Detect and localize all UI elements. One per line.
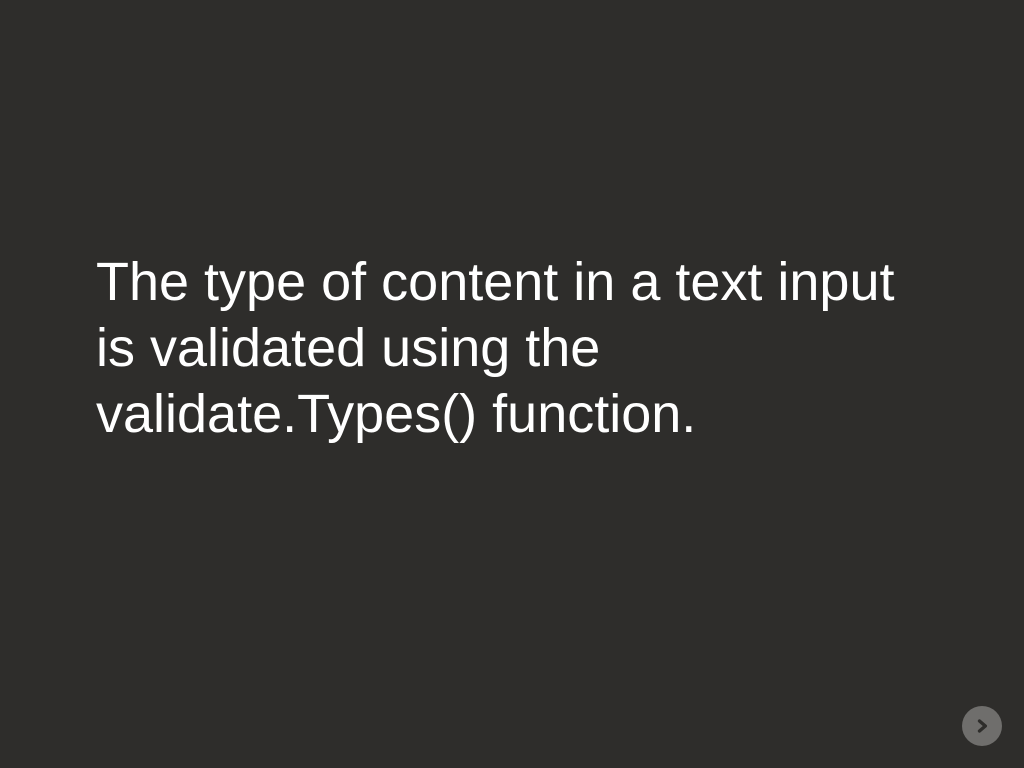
slide: The type of content in a text input is v… (0, 0, 1024, 768)
slide-body-text: The type of content in a text input is v… (96, 250, 924, 448)
next-button[interactable] (962, 706, 1002, 746)
arrow-right-icon (972, 716, 992, 736)
